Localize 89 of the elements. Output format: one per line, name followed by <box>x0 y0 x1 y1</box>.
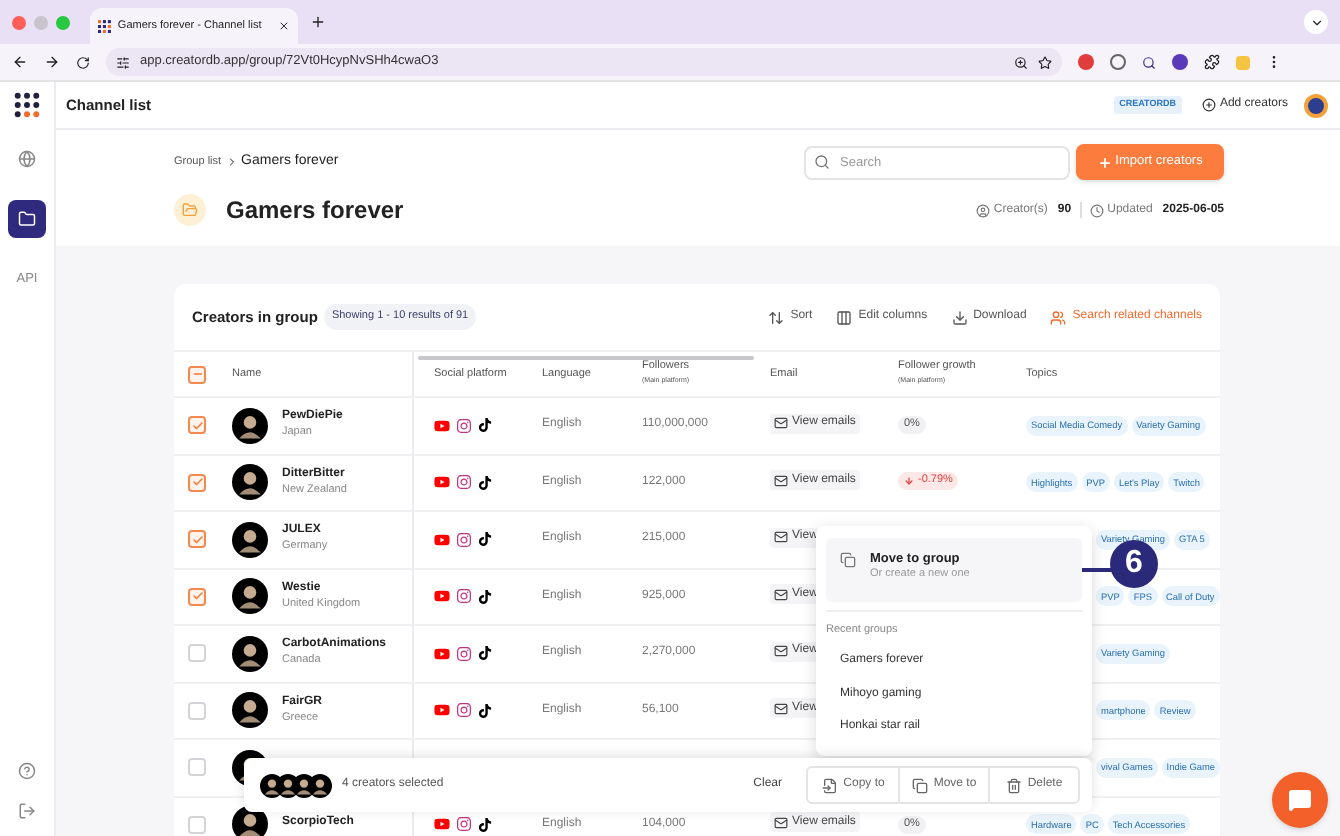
tiktok-icon[interactable] <box>478 532 492 547</box>
checkbox[interactable] <box>188 815 206 834</box>
checkbox[interactable] <box>188 758 206 777</box>
sort-icon <box>768 309 785 325</box>
instagram-icon[interactable] <box>456 474 472 491</box>
plus-icon <box>1097 155 1112 169</box>
tiktok-icon[interactable] <box>478 589 492 604</box>
columns-icon <box>836 309 853 325</box>
tiktok-icon[interactable] <box>478 817 492 832</box>
mail-icon <box>774 644 788 658</box>
mail-icon <box>774 473 788 487</box>
instagram-icon[interactable] <box>456 417 472 434</box>
file-icon <box>821 777 838 793</box>
trash-icon <box>1005 777 1022 793</box>
sidebar-folder-button[interactable] <box>8 200 46 238</box>
tiktok-icon[interactable] <box>478 475 492 490</box>
extension-icon[interactable] <box>1172 54 1188 70</box>
tiktok-icon[interactable] <box>478 418 492 433</box>
avatar <box>308 773 332 797</box>
instagram-icon[interactable] <box>456 531 472 548</box>
copy-icon <box>840 552 856 568</box>
reload-icon[interactable] <box>76 55 90 69</box>
avatar <box>232 464 268 501</box>
checkbox[interactable] <box>188 701 206 720</box>
bookmark-icon[interactable] <box>1038 55 1052 69</box>
mail-icon <box>774 530 788 544</box>
user-avatar[interactable] <box>1304 93 1328 117</box>
plus-circle-icon <box>1201 98 1216 112</box>
leader-line <box>1082 568 1112 572</box>
checkbox[interactable] <box>188 416 206 435</box>
youtube-icon[interactable] <box>434 816 450 833</box>
check-icon <box>191 590 203 603</box>
checkbox[interactable] <box>188 530 206 549</box>
tiktok-icon[interactable] <box>478 703 492 718</box>
youtube-icon[interactable] <box>434 645 450 662</box>
folder-icon <box>18 210 36 228</box>
help-icon[interactable] <box>18 762 36 780</box>
tiktok-icon[interactable] <box>478 646 492 661</box>
checkbox[interactable] <box>188 587 206 606</box>
extension-icon[interactable] <box>1142 55 1156 69</box>
close-tab-icon[interactable] <box>278 20 290 32</box>
clock-icon <box>1089 203 1104 217</box>
instagram-icon[interactable] <box>456 702 472 719</box>
zoom-icon[interactable] <box>1014 55 1028 69</box>
avatar <box>232 407 268 444</box>
instagram-icon[interactable] <box>456 588 472 605</box>
mail-icon <box>774 701 788 715</box>
user-icon <box>975 203 990 217</box>
chevron-icon <box>225 156 238 168</box>
checkbox[interactable] <box>188 644 206 663</box>
globe-icon <box>18 150 36 168</box>
download-icon <box>951 309 968 325</box>
youtube-icon[interactable] <box>434 531 450 548</box>
avatar <box>232 521 268 558</box>
logout-icon[interactable] <box>18 802 36 820</box>
extensions-icon[interactable] <box>1204 54 1220 70</box>
grid-icon <box>98 19 112 33</box>
search-icon <box>814 154 830 170</box>
chat-icon <box>1288 788 1312 812</box>
select-all-checkbox[interactable] <box>188 365 206 383</box>
check-icon <box>191 533 203 546</box>
instagram-icon[interactable] <box>456 645 472 662</box>
back-icon[interactable] <box>12 54 28 70</box>
youtube-icon[interactable] <box>434 417 450 434</box>
youtube-icon[interactable] <box>434 474 450 491</box>
mail-icon <box>774 815 788 829</box>
users-icon <box>1050 309 1067 325</box>
youtube-icon[interactable] <box>434 588 450 605</box>
copy-icon <box>911 777 928 793</box>
chevron-down-icon <box>1309 15 1323 29</box>
tab-menu-button[interactable] <box>1304 10 1328 34</box>
group-title: Gamers forever <box>226 194 404 228</box>
youtube-icon[interactable] <box>434 702 450 719</box>
avatar <box>232 692 268 729</box>
folder-icon <box>174 194 206 226</box>
instagram-icon[interactable] <box>456 816 472 833</box>
mail-icon <box>774 416 788 430</box>
avatar <box>232 578 268 615</box>
check-icon <box>191 419 203 432</box>
down-arrow-icon <box>904 475 914 486</box>
mail-icon <box>774 587 788 601</box>
forward-icon[interactable] <box>44 54 60 70</box>
minus-icon <box>191 368 203 380</box>
check-icon <box>191 476 203 489</box>
checkbox[interactable] <box>188 473 206 492</box>
logo-icon <box>14 92 40 118</box>
site-settings-icon[interactable] <box>116 55 130 69</box>
new-tab-icon[interactable] <box>310 14 326 30</box>
avatar <box>232 635 268 672</box>
